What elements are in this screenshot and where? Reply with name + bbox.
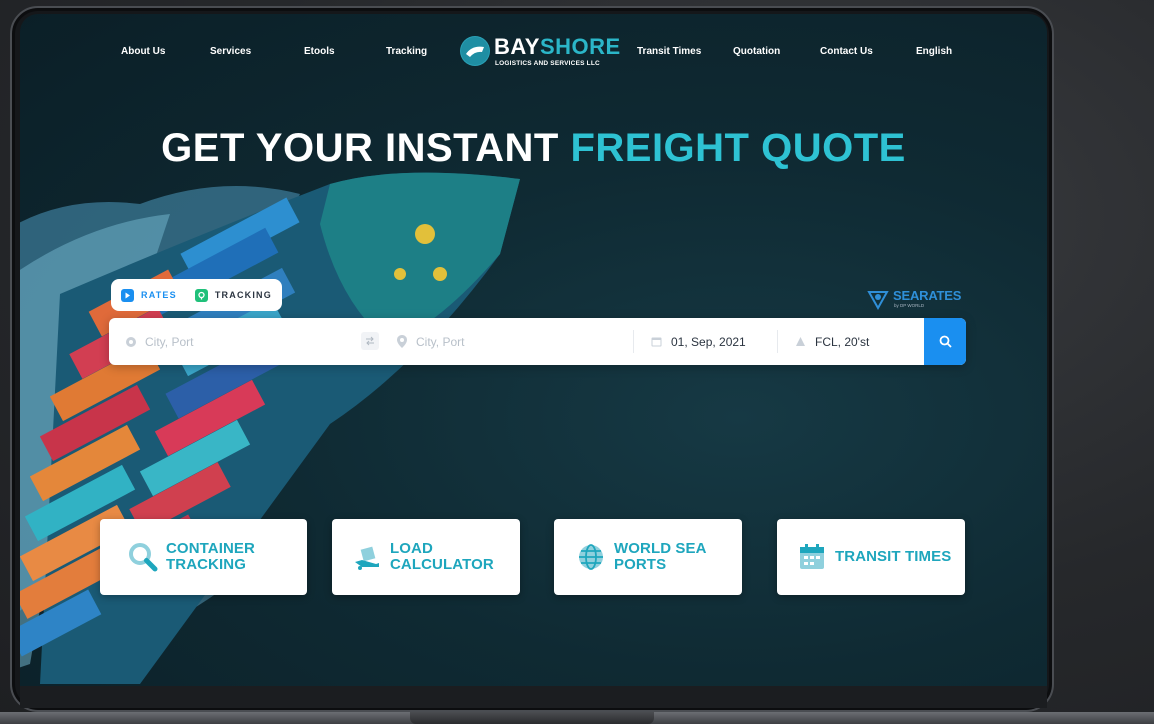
divider — [633, 330, 634, 353]
play-icon — [121, 288, 134, 302]
screen-bezel-bottom — [20, 686, 1047, 708]
search-button[interactable] — [924, 318, 966, 365]
logo-globe-icon — [460, 36, 490, 66]
logo-title: BAYSHORE — [494, 34, 621, 59]
nav-services[interactable]: Services — [210, 46, 251, 57]
searates-icon — [867, 291, 889, 310]
card-world-sea-ports[interactable]: WORLD SEA PORTS — [554, 519, 742, 595]
cargo-ship-image — [20, 172, 520, 684]
calendar-small-icon — [651, 337, 662, 347]
card-load-calculator[interactable]: LOAD CALCULATOR — [332, 519, 520, 595]
container-type-value: FCL, 20'st — [815, 334, 870, 349]
globe-icon — [579, 544, 603, 570]
nav-transit-times[interactable]: Transit Times — [637, 46, 701, 57]
origin-input[interactable] — [145, 334, 345, 349]
swap-arrows-icon — [366, 336, 374, 346]
logo-subtitle: LOGISTICS AND SERVICES LLC — [495, 60, 600, 67]
card-container-tracking-label: CONTAINER TRACKING — [166, 540, 255, 573]
nav-etools[interactable]: Etools — [304, 46, 335, 57]
nav-language[interactable]: English — [916, 46, 952, 57]
card-world-sea-ports-label: WORLD SEA PORTS — [614, 540, 707, 573]
shield-check-icon — [194, 288, 208, 302]
tab-tracking-label: TRACKING — [214, 290, 272, 300]
card-container-tracking[interactable]: CONTAINER TRACKING — [100, 519, 307, 595]
container-type-field[interactable]: FCL, 20'st — [795, 318, 915, 365]
truck-load-icon — [355, 546, 379, 570]
laptop-notch — [410, 712, 654, 724]
tab-tracking[interactable]: TRACKING — [194, 288, 272, 302]
bayshore-logo[interactable]: BAYSHORE LOGISTICS AND SERVICES LLC — [460, 34, 625, 74]
date-value: 01, Sep, 2021 — [671, 334, 746, 349]
divider — [777, 330, 778, 353]
origin-field[interactable] — [125, 318, 365, 365]
search-tabs: RATES TRACKING — [111, 279, 282, 311]
magnifier-icon — [129, 543, 158, 572]
nav-about-us[interactable]: About Us — [121, 46, 165, 57]
destination-field[interactable] — [397, 318, 622, 365]
card-load-calculator-label: LOAD CALCULATOR — [390, 540, 494, 573]
destination-input[interactable] — [416, 334, 616, 349]
nav-tracking[interactable]: Tracking — [386, 46, 427, 57]
website-screen: About Us Services Etools Tracking BAYSHO… — [20, 14, 1047, 686]
container-small-icon — [796, 337, 805, 346]
searates-badge: SEARATES by DP WORLD — [867, 286, 977, 312]
searates-name: SEARATES — [893, 288, 962, 303]
nav-quotation[interactable]: Quotation — [733, 46, 780, 57]
calendar-icon — [800, 544, 824, 569]
card-transit-times-label: TRANSIT TIMES — [835, 548, 952, 565]
freight-search-bar: 01, Sep, 2021 FCL, 20'st — [109, 318, 966, 365]
nav-contact-us[interactable]: Contact Us — [820, 46, 873, 57]
hero-title: GET YOUR INSTANT FREIGHT QUOTE — [161, 126, 906, 170]
date-field[interactable]: 01, Sep, 2021 — [651, 318, 771, 365]
origin-pin-icon — [126, 336, 136, 347]
searates-tagline: by DP WORLD — [894, 303, 925, 308]
destination-pin-icon — [397, 335, 407, 348]
tab-rates[interactable]: RATES — [121, 288, 177, 302]
card-transit-times[interactable]: TRANSIT TIMES — [777, 519, 965, 595]
search-icon — [939, 335, 952, 348]
swap-locations-button[interactable] — [361, 332, 379, 350]
tab-rates-label: RATES — [141, 290, 177, 300]
top-navigation: About Us Services Etools Tracking BAYSHO… — [20, 14, 1047, 90]
